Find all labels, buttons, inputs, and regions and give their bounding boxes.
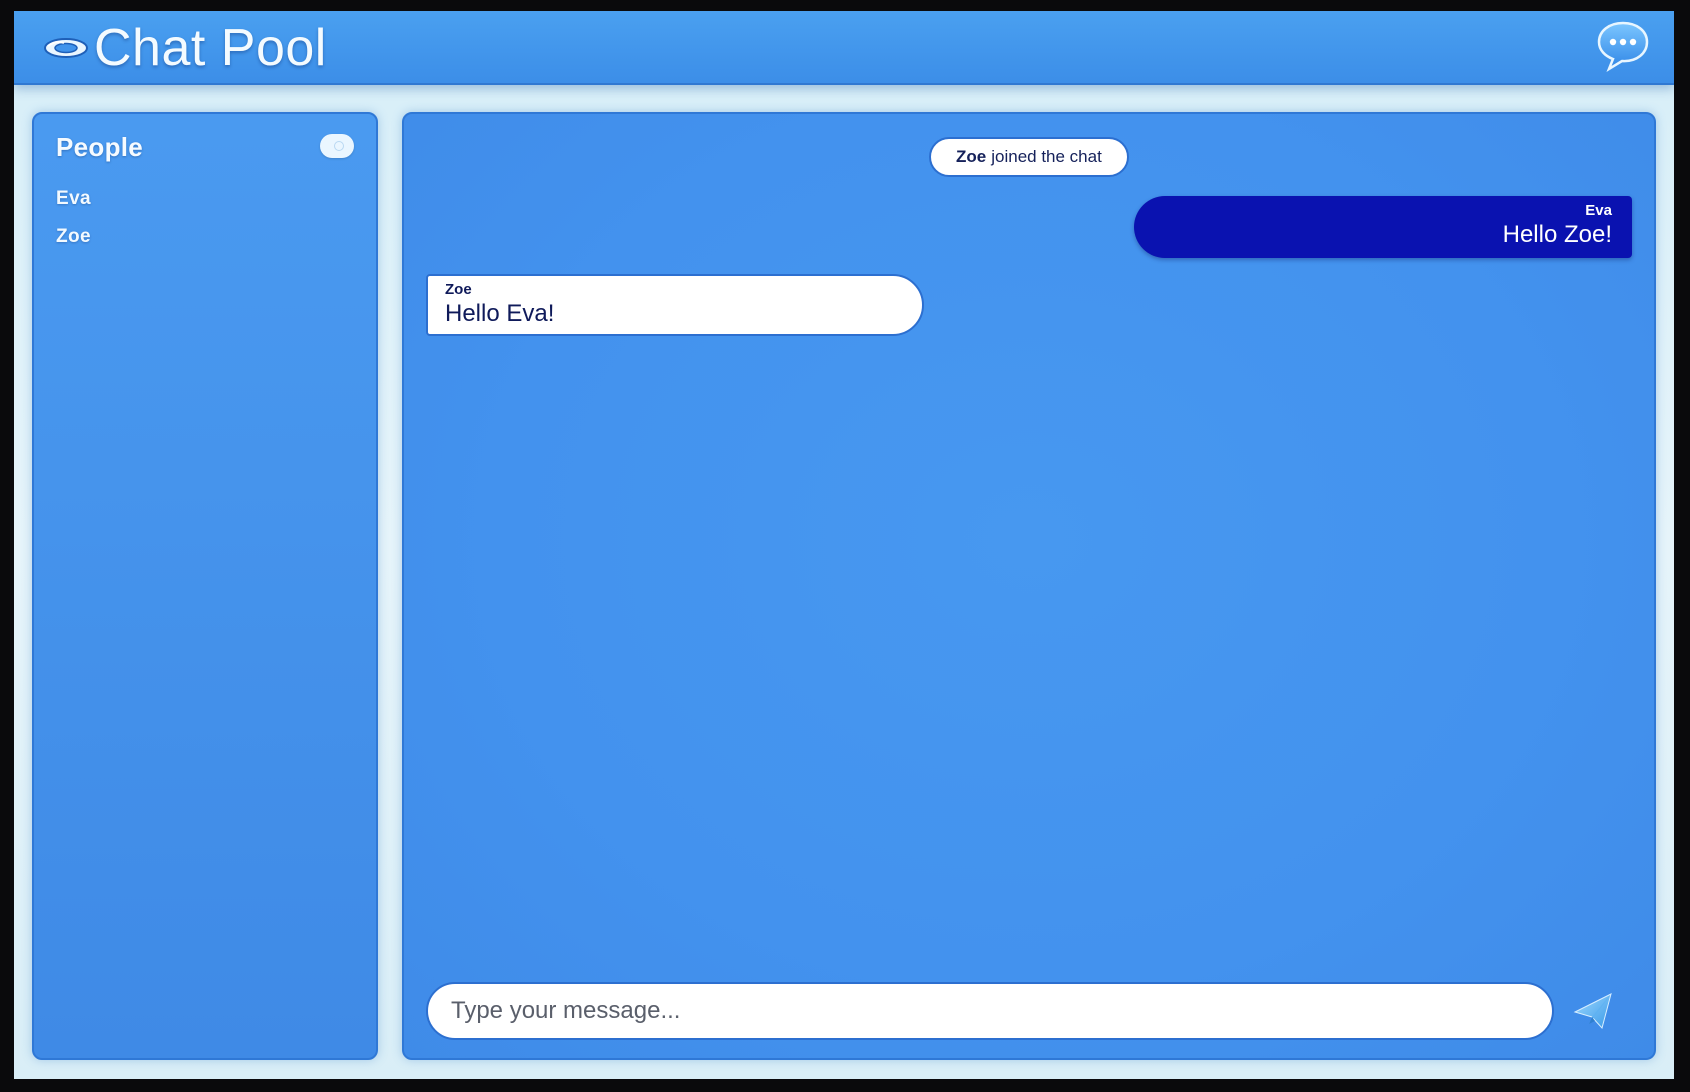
system-message-text: joined the chat [991,147,1102,166]
message-composer [426,982,1554,1040]
person-item-eva[interactable]: Eva [56,180,91,218]
app-window: Chat Pool People Eva Zoe Zoe joined the … [14,11,1674,1079]
message-text: Hello Zoe! [1502,221,1612,248]
brand[interactable]: Chat Pool [42,19,327,77]
message-author: Eva [1585,202,1612,219]
system-message-name: Zoe [956,147,987,166]
message-input[interactable] [451,984,1552,1038]
app-title: Chat Pool [94,19,327,77]
message-bubble-incoming: Zoe Hello Eva! [426,274,924,336]
sidebar-title: People [56,132,144,162]
toggle-icon[interactable] [320,134,354,158]
pool-float-logo-icon [44,38,88,58]
chat-bubble-dots-icon[interactable] [1594,17,1652,75]
people-list: Eva Zoe [56,180,91,256]
paper-plane-send-icon[interactable] [1572,990,1614,1032]
message-bubble-outgoing: Eva Hello Zoe! [1134,196,1632,258]
system-message: Zoe joined the chat [929,137,1129,177]
people-sidebar: People Eva Zoe [32,112,378,1060]
app-header: Chat Pool [14,11,1674,85]
message-author: Zoe [445,281,472,298]
person-item-zoe[interactable]: Zoe [56,218,91,256]
message-text: Hello Eva! [445,300,555,327]
chat-panel: Zoe joined the chat Eva Hello Zoe! Zoe H… [402,112,1656,1060]
